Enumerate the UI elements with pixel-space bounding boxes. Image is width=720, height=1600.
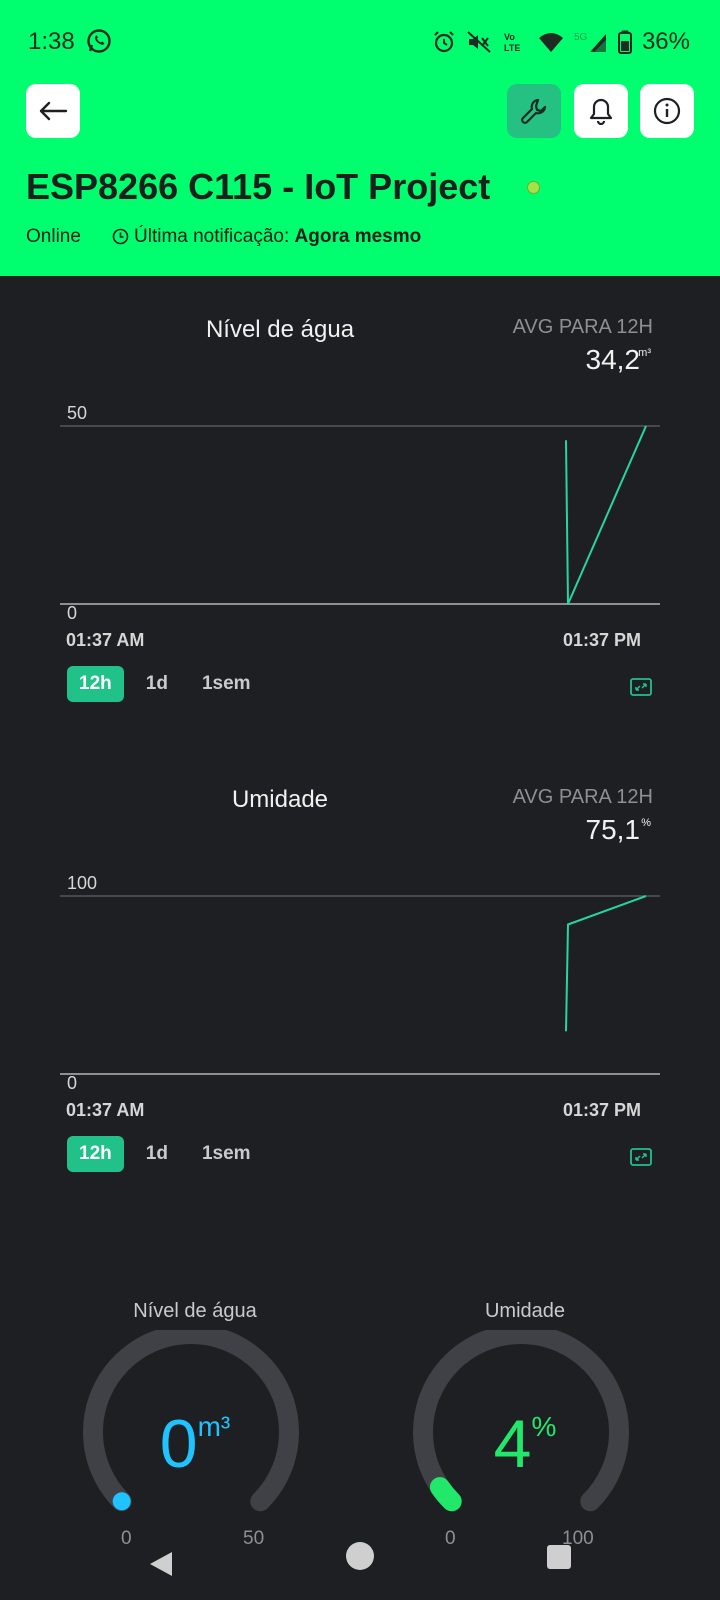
- settings-button[interactable]: [507, 84, 561, 138]
- series-line: [565, 425, 647, 605]
- svg-text:5G: 5G: [574, 32, 588, 43]
- series-line: [565, 895, 647, 1032]
- device-title: ESP8266 C115 - IoT Project: [26, 166, 491, 207]
- status-bar: 1:38 Vo LTE 5G 36%: [0, 0, 720, 84]
- info-icon: [653, 97, 681, 125]
- x-tick-start: 01:37 AM: [66, 630, 145, 650]
- y-tick-top: 50: [67, 403, 88, 423]
- last-notification-value: Agora mesmo: [294, 226, 422, 247]
- y-tick-bottom: 0: [67, 1073, 78, 1093]
- nav-back-icon[interactable]: [148, 1550, 174, 1578]
- gauge-value: 4%: [405, 1405, 645, 1483]
- tab-1sem[interactable]: 1sem: [190, 1136, 263, 1172]
- clock-icon: [112, 228, 129, 245]
- tab-1sem[interactable]: 1sem: [190, 666, 263, 702]
- tab-1d[interactable]: 1d: [134, 1136, 180, 1172]
- gauge-title: Umidade: [484, 1300, 566, 1322]
- x-tick-end: 01:37 PM: [563, 630, 642, 650]
- gauge-value: 0m³: [75, 1405, 315, 1483]
- bell-icon: [589, 98, 613, 125]
- wrench-icon: [521, 98, 547, 124]
- range-tabs: 12h 1d 1sem: [67, 666, 263, 702]
- back-button[interactable]: [26, 84, 80, 138]
- x-tick-start: 01:37 AM: [66, 1100, 145, 1120]
- device-status: Online: [26, 226, 81, 247]
- chart-plot: [60, 895, 660, 1075]
- last-notification-label: Última notificação:: [134, 226, 290, 247]
- online-indicator: [527, 181, 540, 194]
- y-tick-bottom: 0: [67, 603, 78, 623]
- signal-5g-icon: 5G: [574, 32, 606, 52]
- nav-recents-button[interactable]: [547, 1545, 571, 1569]
- svg-text:Vo: Vo: [504, 32, 515, 42]
- range-tabs: 12h 1d 1sem: [67, 1136, 263, 1172]
- water-level-chart: Nível de água AVG PARA 12H 34,2 m³ 50 0 …: [0, 300, 720, 760]
- expand-icon[interactable]: [630, 676, 652, 698]
- back-arrow-icon: [39, 101, 68, 121]
- alarm-icon: [434, 31, 454, 53]
- wifi-icon: [538, 33, 563, 52]
- notifications-button[interactable]: [574, 84, 628, 138]
- nav-home-button[interactable]: [346, 1542, 374, 1570]
- y-tick-top: 100: [67, 873, 98, 893]
- gauge-unit: m³: [197, 1411, 231, 1442]
- svg-text:LTE: LTE: [504, 43, 520, 53]
- humidity-chart: Umidade AVG PARA 12H 75,1 % 100 0 01:37 …: [0, 770, 720, 1230]
- gauge-value-number: 0: [159, 1406, 198, 1482]
- gauge-unit: %: [531, 1411, 557, 1442]
- mute-icon: [467, 31, 491, 53]
- gauge-value-number: 4: [493, 1406, 532, 1482]
- tab-1d[interactable]: 1d: [134, 666, 180, 702]
- info-button[interactable]: [640, 84, 694, 138]
- battery-percent: 36%: [641, 28, 690, 55]
- whatsapp-icon: [86, 28, 112, 54]
- gauge-title: Nível de água: [133, 1300, 257, 1322]
- status-time: 1:38: [28, 28, 75, 55]
- volte-icon: VoLTE: [504, 32, 520, 53]
- tab-12h[interactable]: 12h: [67, 666, 124, 702]
- status-icons: Vo LTE 5G 36%: [432, 28, 690, 56]
- tab-12h[interactable]: 12h: [67, 1136, 124, 1172]
- expand-icon[interactable]: [630, 1146, 652, 1168]
- last-notification: Última notificação: Agora mesmo: [134, 226, 421, 248]
- chart-plot: [60, 425, 660, 605]
- x-tick-end: 01:37 PM: [563, 1100, 642, 1120]
- device-header: 1:38 Vo LTE 5G 36% ESP8266 C115 - IoT Pro…: [0, 0, 720, 276]
- system-nav-bar: [0, 1500, 720, 1600]
- battery-icon: [617, 30, 632, 54]
